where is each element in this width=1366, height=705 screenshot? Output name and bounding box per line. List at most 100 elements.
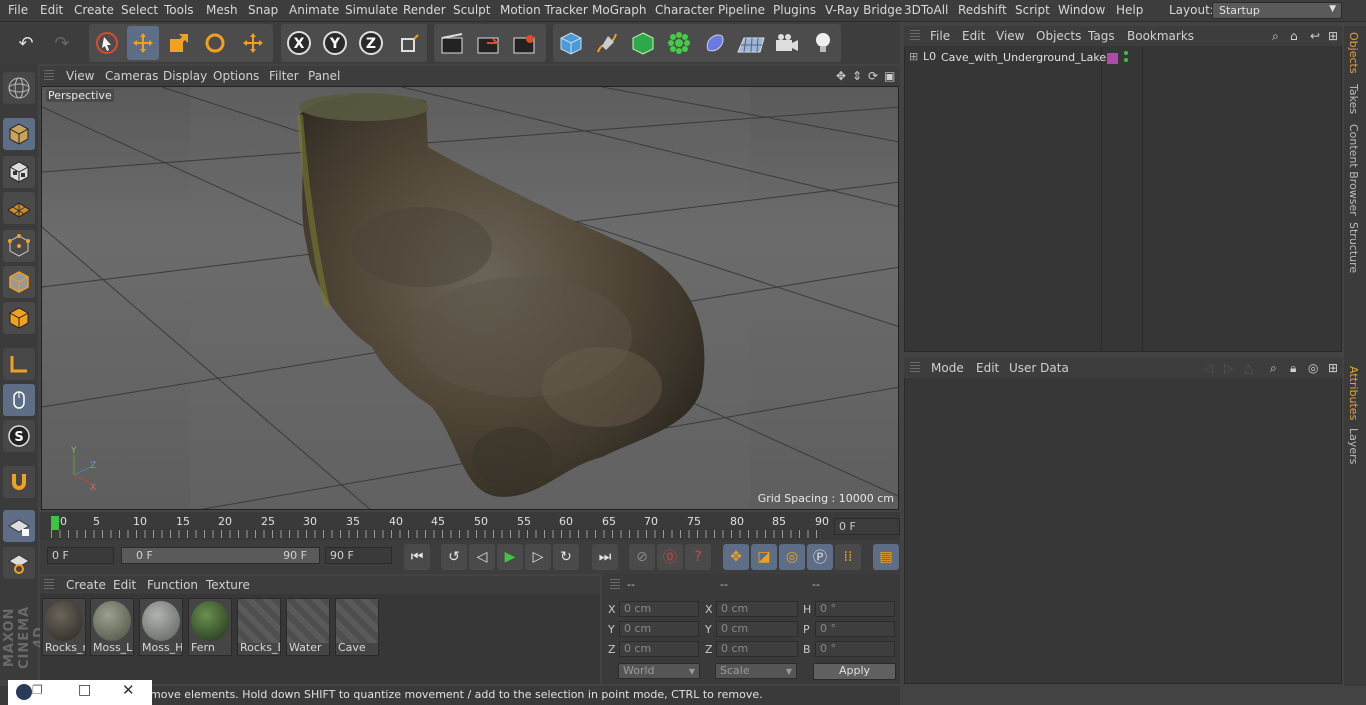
close-icon[interactable]: ✕ [122, 681, 135, 699]
material-swatch[interactable]: Rocks_m [42, 598, 86, 656]
key-pla-button[interactable]: ⁞⁞ [835, 544, 861, 570]
new-panel-icon[interactable]: ⊞ [1328, 29, 1338, 43]
goto-end-button[interactable]: ⏭ [592, 544, 618, 570]
light-button[interactable] [807, 26, 839, 60]
editor-visibility-dot[interactable] [1124, 51, 1128, 55]
size-mode-select[interactable]: Scale ▼ [715, 663, 797, 679]
axis-mode-button[interactable] [3, 348, 35, 380]
workplane-lock-button[interactable] [3, 510, 35, 542]
viewport-maximize-icon[interactable]: ▣ [884, 69, 895, 83]
current-frame-field[interactable]: 0 F [834, 518, 900, 535]
menu-plugins[interactable]: Plugins [773, 3, 816, 17]
coordinate-system-button[interactable] [393, 26, 425, 60]
menu-help[interactable]: Help [1116, 3, 1143, 17]
pen-spline-button[interactable] [591, 26, 623, 60]
object-menu-bookmarks[interactable]: Bookmarks [1127, 29, 1194, 43]
menu-pipeline[interactable]: Pipeline [718, 3, 765, 17]
y-axis-button[interactable]: Y [319, 26, 351, 60]
viewport-menu-panel[interactable]: Panel [308, 69, 340, 83]
object-menu-tags[interactable]: Tags [1088, 29, 1115, 43]
record-keys-button[interactable]: ⊘ [629, 544, 655, 570]
search-icon[interactable]: ⌕ [1270, 361, 1277, 376]
new-panel-icon[interactable]: ⊞ [1328, 361, 1338, 375]
menu-script[interactable]: Script [1015, 3, 1050, 17]
transform-tool-button[interactable] [237, 26, 269, 60]
viewport-nav-move-icon[interactable]: ✥ [836, 69, 846, 83]
next-key-button[interactable]: ↻ [553, 544, 579, 570]
material-menu-function[interactable]: Function [147, 578, 198, 592]
frame-range-slider[interactable]: 0 F 90 F [121, 547, 320, 564]
material-menu-edit[interactable]: Edit [113, 578, 136, 592]
target-icon[interactable]: ◎ [1308, 361, 1318, 375]
menu-edit[interactable]: Edit [40, 3, 63, 17]
object-menu-objects[interactable]: Objects [1036, 29, 1081, 43]
key-parameter-button[interactable]: Ⓟ [807, 544, 833, 570]
deformer-button[interactable] [699, 26, 731, 60]
menu-mesh[interactable]: Mesh [206, 3, 238, 17]
tab-structure[interactable]: Structure [1347, 222, 1360, 273]
key-scale-button[interactable]: ◪ [751, 544, 777, 570]
material-swatch[interactable]: Moss_Lp [90, 598, 134, 656]
attribute-menu-user-data[interactable]: User Data [1009, 361, 1069, 375]
tab-takes[interactable]: Takes [1347, 84, 1360, 114]
size-x-field[interactable]: 0 cm [716, 601, 798, 617]
tab-attributes[interactable]: Attributes [1347, 366, 1360, 420]
render-view-button[interactable] [436, 26, 468, 60]
camera-button[interactable] [771, 26, 803, 60]
tab-content-browser[interactable]: Content Browser [1347, 124, 1360, 216]
size-y-field[interactable]: 0 cm [716, 621, 798, 637]
lock-icon[interactable]: 🔒︎ [1290, 361, 1296, 376]
nav-forward-icon[interactable]: △ [1244, 361, 1253, 375]
menu-select[interactable]: Select [121, 3, 158, 17]
menu-create[interactable]: Create [74, 3, 114, 17]
subdivision-button[interactable] [627, 26, 659, 60]
viewport-menu-options[interactable]: Options [213, 69, 259, 83]
menu-animate[interactable]: Animate [289, 3, 339, 17]
tab-objects[interactable]: Objects [1347, 32, 1360, 74]
position-z-field[interactable]: 0 cm [619, 641, 699, 657]
rotation-h-field[interactable]: 0 ° [815, 601, 895, 617]
viewport-menu-filter[interactable]: Filter [269, 69, 299, 83]
material-menu-create[interactable]: Create [66, 578, 106, 592]
live-selection-button[interactable] [91, 26, 123, 60]
menu-render[interactable]: Render [403, 3, 446, 17]
menu-file[interactable]: File [8, 3, 28, 17]
keyframe-selection-button[interactable]: ? [685, 544, 711, 570]
material-swatch[interactable]: Rocks_B [237, 598, 281, 656]
material-swatch[interactable]: Cave [335, 598, 379, 656]
menu-redshift[interactable]: Redshift [958, 3, 1007, 17]
object-menu-file[interactable]: File [930, 29, 950, 43]
locked-workplane-button[interactable] [3, 547, 35, 579]
viewport-menu-display[interactable]: Display [163, 69, 207, 83]
material-swatch[interactable]: Moss_H [139, 598, 183, 656]
viewport-nav-rotate-icon[interactable]: ⟳ [868, 69, 878, 83]
grip-handle[interactable] [44, 579, 54, 591]
layer-color-tag[interactable] [1107, 53, 1118, 64]
object-row[interactable]: ⊞ L0 Cave_with_Underground_Lake [905, 49, 1341, 67]
menu-window[interactable]: Window [1058, 3, 1105, 17]
viewport-menu-cameras[interactable]: Cameras [105, 69, 158, 83]
points-mode-button[interactable] [3, 230, 35, 262]
layout-select[interactable]: Startup ▼ [1212, 2, 1342, 19]
grip-handle[interactable] [44, 70, 54, 82]
size-z-field[interactable]: 0 cm [716, 641, 798, 657]
autokey-button[interactable]: ⓪ [657, 544, 683, 570]
grip-handle[interactable] [610, 579, 620, 591]
back-icon[interactable]: ↩ [1310, 29, 1320, 43]
edges-mode-button[interactable] [3, 266, 35, 298]
grip-handle[interactable] [910, 30, 920, 42]
cube-button[interactable] [555, 26, 587, 60]
key-position-button[interactable]: ✥ [723, 544, 749, 570]
snap-button[interactable] [3, 466, 35, 498]
perspective-viewport[interactable]: Y Z X Perspective Grid Spacing : 10000 c… [41, 86, 899, 510]
key-rotation-button[interactable]: ◎ [779, 544, 805, 570]
menu-snap[interactable]: Snap [248, 3, 278, 17]
move-tool-button[interactable] [127, 26, 159, 60]
tab-layers[interactable]: Layers [1347, 428, 1360, 464]
expand-icon[interactable]: ⊞ [909, 50, 918, 63]
menu-motion-tracker[interactable]: Motion Tracker [500, 3, 588, 17]
object-menu-view[interactable]: View [996, 29, 1024, 43]
menu-mograph[interactable]: MoGraph [592, 3, 647, 17]
redo-button[interactable]: ↷ [46, 26, 78, 60]
maximize-icon[interactable]: □ [78, 682, 91, 698]
